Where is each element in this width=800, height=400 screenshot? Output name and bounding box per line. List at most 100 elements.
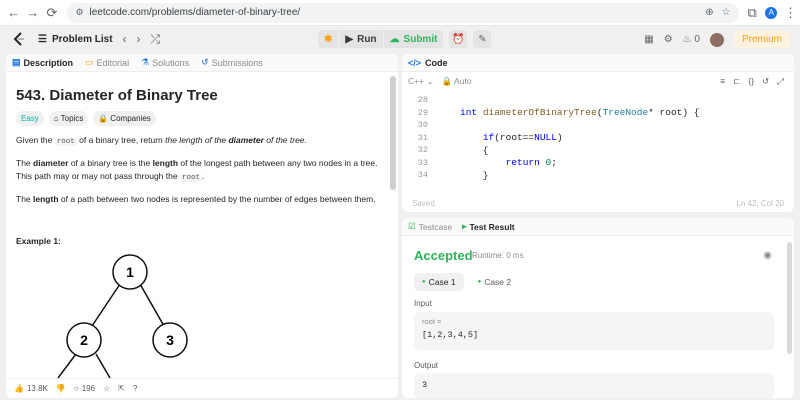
- bug-icon: ✱: [324, 33, 333, 45]
- topics-chip[interactable]: ⌂ Topics: [48, 111, 89, 126]
- list-icon: ☰: [38, 33, 47, 45]
- problem-title: 543. Diameter of Binary Tree: [16, 87, 218, 104]
- case-2-tab[interactable]: ● Case 2: [470, 273, 520, 291]
- tab-description[interactable]: ▤ Description: [12, 57, 73, 68]
- output-label: Output: [414, 361, 439, 370]
- description-tabbar: ▤ Description ▭ Editorial ⚗ Solutions ↺ …: [6, 54, 398, 72]
- premium-button[interactable]: Premium: [733, 31, 790, 48]
- lock-icon: 🔒: [98, 114, 109, 123]
- streak-counter[interactable]: ♨ 0: [683, 34, 700, 45]
- difficulty-badge[interactable]: Easy: [16, 111, 44, 126]
- format-icon[interactable]: ≡: [720, 76, 725, 87]
- code-line: 28: [417, 95, 428, 106]
- browser-menu-icon[interactable]: ⋮: [781, 3, 800, 23]
- run-toolbar: ✱ ▶ Run ☁ Submit ⏰ ✎: [318, 30, 492, 48]
- problem-statement: Given the root of a binary tree, return …: [16, 135, 307, 146]
- description-scrollbar[interactable]: [390, 76, 396, 190]
- browser-toolbar: ← → ⟳ ⚙ leetcode.com/problems/diameter-o…: [0, 0, 800, 26]
- code-line: 33 return 0;: [417, 157, 557, 169]
- like-button[interactable]: 👍 13.8K: [14, 384, 48, 393]
- profile-avatar[interactable]: A: [762, 3, 781, 23]
- debug-button[interactable]: ✱: [318, 30, 339, 48]
- language-select[interactable]: C++ ⌄: [408, 76, 434, 87]
- bookmark-icon[interactable]: ⊏: [733, 76, 740, 87]
- timer-icon[interactable]: ⏰: [449, 30, 468, 48]
- problem-list-button[interactable]: ☰ Problem List: [38, 34, 113, 45]
- cloud-upload-icon: ☁: [389, 33, 400, 45]
- address-bar[interactable]: ⚙ leetcode.com/problems/diameter-of-bina…: [67, 2, 739, 23]
- extensions-icon[interactable]: ⧉: [743, 3, 762, 23]
- user-avatar[interactable]: [709, 32, 724, 47]
- code-editor[interactable]: 28 29 int diameterOfBinaryTree(TreeNode* …: [402, 90, 794, 194]
- run-button[interactable]: ▶ Run: [339, 30, 383, 48]
- bookmark-star-icon[interactable]: ☆: [722, 7, 731, 18]
- layout-icon[interactable]: ▦: [644, 34, 653, 45]
- code-editor-panel: </> Code C++ ⌄ 🔒 Auto ≡ ⊏ {} ↺ ⤢ 28 29 in…: [402, 54, 794, 212]
- code-line: 31 if(root==NULL): [417, 132, 563, 144]
- example-heading: Example 1:: [16, 236, 61, 246]
- input-label: Input: [414, 299, 432, 308]
- code-line: 34 }: [417, 169, 489, 181]
- editor-statusbar: Saved Ln 42, Col 20: [402, 194, 794, 212]
- tab-test-result[interactable]: ▸ Test Result: [462, 221, 514, 232]
- code-line: 30: [417, 120, 428, 131]
- tab-editorial[interactable]: ▭ Editorial: [85, 57, 129, 68]
- input-value: [1,2,3,4,5]: [422, 330, 479, 340]
- braces-icon[interactable]: {}: [748, 76, 754, 87]
- case-1-tab[interactable]: ● Case 1: [414, 273, 464, 291]
- tab-submissions[interactable]: ↺ Submissions: [201, 57, 263, 68]
- zoom-icon[interactable]: ⊕: [705, 7, 713, 18]
- code-line: 32 {: [417, 144, 489, 156]
- book-icon: ▭: [85, 57, 94, 67]
- editor-toolbar: C++ ⌄ 🔒 Auto ≡ ⊏ {} ↺ ⤢: [402, 72, 794, 90]
- output-value: 3: [422, 380, 428, 390]
- description-panel: ▤ Description ▭ Editorial ⚗ Solutions ↺ …: [6, 54, 398, 398]
- example-tree-diagram: 1 2 3: [57, 254, 188, 378]
- submit-button[interactable]: ☁ Submit: [383, 30, 444, 48]
- fullscreen-icon[interactable]: ⤢: [777, 76, 784, 87]
- leetcode-logo[interactable]: [12, 32, 26, 46]
- favorite-star-icon[interactable]: ☆: [103, 384, 110, 393]
- result-scrollbar[interactable]: [787, 242, 792, 354]
- input-box: root = [1,2,3,4,5]: [414, 312, 774, 350]
- input-variable: root =: [422, 317, 442, 326]
- site-info-icon[interactable]: ⚙: [75, 7, 83, 18]
- share-icon[interactable]: ⇱: [118, 384, 125, 393]
- result-tabbar: ☑ Testcase ▸ Test Result: [402, 218, 794, 236]
- app-header: ☰ Problem List ‹ › ⤮ ✱ ▶ Run ☁ Submit ⏰ …: [0, 26, 800, 52]
- auto-mode-toggle[interactable]: 🔒 Auto: [442, 76, 472, 87]
- diameter-definition: The diameter of a binary tree is the len…: [16, 158, 378, 182]
- help-icon[interactable]: ?: [133, 384, 137, 393]
- terminal-icon: ▸: [462, 221, 467, 231]
- prev-problem-icon[interactable]: ‹: [123, 32, 127, 46]
- reset-icon[interactable]: ↺: [762, 76, 769, 87]
- saved-status: Saved: [412, 198, 435, 208]
- tag-icon: ⌂: [53, 114, 59, 123]
- comment-icon: ○: [73, 384, 79, 393]
- cursor-position: Ln 42, Col 20: [736, 198, 784, 208]
- tab-solutions[interactable]: ⚗ Solutions: [141, 57, 189, 68]
- url-text: leetcode.com/problems/diameter-of-binary…: [89, 7, 301, 18]
- back-icon[interactable]: ←: [4, 3, 23, 23]
- tab-testcase[interactable]: ☑ Testcase: [408, 221, 452, 232]
- reload-icon[interactable]: ⟳: [42, 3, 61, 23]
- description-footer: 👍 13.8K 👎 ○ 196 ☆ ⇱ ?: [6, 378, 398, 398]
- code-line: 29 int diameterOfBinaryTree(TreeNode* roo…: [417, 107, 700, 119]
- dislike-button[interactable]: 👎: [56, 384, 66, 393]
- next-problem-icon[interactable]: ›: [137, 32, 141, 46]
- runtime-text: Runtime: 0 ms: [472, 251, 524, 260]
- settings-gear-icon[interactable]: ⚙: [664, 34, 673, 45]
- tree-node-3-label: 3: [166, 332, 174, 348]
- forward-icon[interactable]: →: [23, 3, 42, 23]
- play-icon: ▶: [345, 33, 354, 45]
- length-definition: The length of a path between two nodes i…: [16, 194, 376, 204]
- history-icon: ↺: [201, 57, 209, 67]
- shuffle-icon[interactable]: ⤮: [151, 32, 161, 47]
- companies-chip[interactable]: 🔒 Companies: [93, 111, 156, 126]
- code-brackets-icon: </>: [408, 57, 422, 68]
- thumbs-up-icon: 👍: [14, 384, 24, 393]
- comments-button[interactable]: ○ 196: [74, 384, 95, 393]
- eye-icon[interactable]: ◉: [763, 250, 772, 261]
- test-result-panel: ☑ Testcase ▸ Test Result Accepted Runtim…: [402, 218, 794, 398]
- notes-icon[interactable]: ✎: [473, 30, 492, 48]
